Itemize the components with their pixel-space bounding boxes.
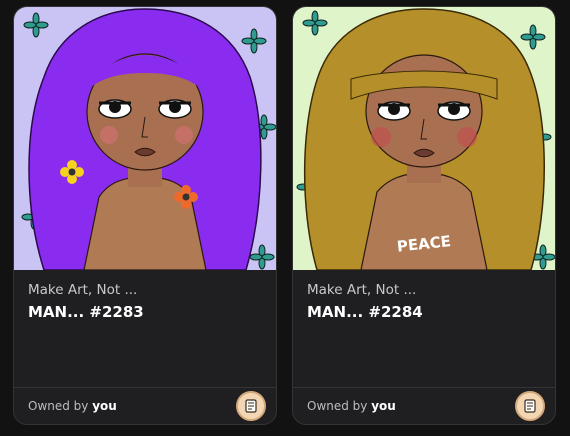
token-name[interactable]: MAN... #2284	[307, 303, 423, 321]
nft-artwork-image[interactable]	[14, 7, 276, 270]
owned-prefix: Owned by	[28, 399, 89, 413]
owned-prefix: Owned by	[307, 399, 368, 413]
owned-by-label: Owned by you	[307, 399, 396, 413]
owner-name[interactable]: you	[92, 399, 117, 413]
nft-card[interactable]: PEACE Make Art, Not ... MAN... #2284 Own…	[292, 6, 556, 425]
scroll-icon-glyph	[245, 399, 257, 413]
token-name[interactable]: MAN... #2283	[28, 303, 144, 321]
owned-by-label: Owned by you	[28, 399, 117, 413]
collection-name[interactable]: Make Art, Not ...	[28, 282, 137, 298]
collection-name[interactable]: Make Art, Not ...	[307, 282, 416, 298]
scroll-icon[interactable]	[515, 391, 545, 421]
scroll-icon[interactable]	[236, 391, 266, 421]
card-footer: Owned by you	[293, 387, 555, 424]
nft-artwork-image[interactable]: PEACE	[293, 7, 555, 270]
scroll-icon-glyph	[524, 399, 536, 413]
nft-card[interactable]: Make Art, Not ... MAN... #2283 Owned by …	[13, 6, 277, 425]
card-footer: Owned by you	[14, 387, 276, 424]
owner-name[interactable]: you	[371, 399, 396, 413]
